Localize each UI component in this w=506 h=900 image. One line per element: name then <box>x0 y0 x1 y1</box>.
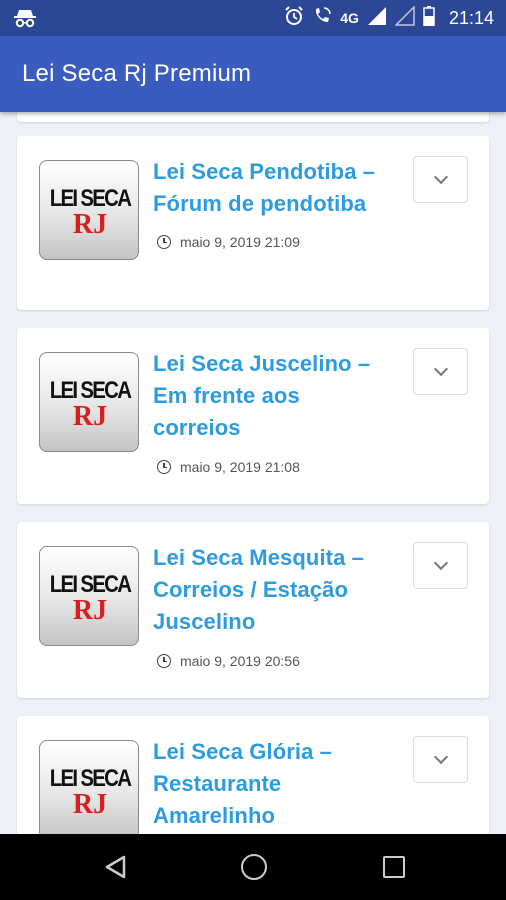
post-title-line: Amarelinho <box>153 803 276 828</box>
post-title-link[interactable]: Lei Seca Glória – Restaurante Amarelinho <box>153 736 405 832</box>
post-title-link[interactable]: Lei Seca Mesquita – Correios / Estação J… <box>153 542 405 638</box>
battery-icon <box>423 5 435 31</box>
expand-button[interactable] <box>413 736 468 783</box>
post-list[interactable]: LEI SECA RJ Lei Seca Pendotiba – Fórum d… <box>0 112 506 834</box>
home-icon[interactable] <box>241 854 267 880</box>
recent-apps-icon[interactable] <box>383 856 405 878</box>
thumbnail-text-rj: RJ <box>72 209 108 240</box>
network-type-label: 4G <box>340 10 359 26</box>
expand-button[interactable] <box>413 156 468 203</box>
clock-time: 21:14 <box>448 7 494 28</box>
post-title-link[interactable]: Lei Seca Pendotiba – Fórum de pendotiba <box>153 156 405 220</box>
previous-card-edge <box>17 112 489 122</box>
app-title: Lei Seca Rj Premium <box>22 60 252 87</box>
chevron-down-icon <box>433 749 448 765</box>
post-date: maio 9, 2019 21:09 <box>180 234 300 250</box>
alarm-icon <box>284 5 304 31</box>
incognito-icon <box>14 8 36 33</box>
post-title-line: Em frente aos <box>153 383 300 408</box>
post-title-line: Fórum de pendotiba <box>153 191 367 216</box>
chevron-down-icon <box>433 555 448 571</box>
wifi-calling-icon <box>312 6 332 31</box>
system-nav-bar <box>0 834 506 900</box>
post-thumbnail[interactable]: LEI SECA RJ <box>39 546 139 646</box>
app-bar: Lei Seca Rj Premium <box>0 36 506 112</box>
chevron-down-icon <box>433 169 448 185</box>
expand-button[interactable] <box>413 348 468 395</box>
clock-icon <box>157 654 171 668</box>
post-title-line: Lei Seca Mesquita – <box>153 545 364 570</box>
post-thumbnail[interactable]: LEI SECA RJ <box>39 352 139 452</box>
thumbnail-text-rj: RJ <box>72 789 108 820</box>
post-title-link[interactable]: Lei Seca Juscelino – Em frente aos corre… <box>153 348 405 444</box>
clock-icon <box>157 235 171 249</box>
post-date: maio 9, 2019 21:08 <box>180 459 300 475</box>
post-thumbnail[interactable]: LEI SECA RJ <box>39 740 139 834</box>
chevron-down-icon <box>433 361 448 377</box>
post-title-line: correios <box>153 415 241 440</box>
thumbnail-text-rj: RJ <box>72 401 108 432</box>
post-meta: maio 9, 2019 21:09 <box>157 234 300 250</box>
post-card[interactable]: LEI SECA RJ Lei Seca Mesquita – Correios… <box>17 522 489 698</box>
signal-icon <box>367 6 387 31</box>
post-title-line: Lei Seca Juscelino – <box>153 351 371 376</box>
post-title-line: Lei Seca Pendotiba – <box>153 159 376 184</box>
post-title-line: Lei Seca Glória – <box>153 739 333 764</box>
back-icon[interactable] <box>104 855 126 884</box>
post-meta: maio 9, 2019 20:56 <box>157 653 300 669</box>
post-title-line: Restaurante <box>153 771 282 796</box>
expand-button[interactable] <box>413 542 468 589</box>
post-title-line: Juscelino <box>153 609 256 634</box>
post-card[interactable]: LEI SECA RJ Lei Seca Pendotiba – Fórum d… <box>17 136 489 310</box>
post-thumbnail[interactable]: LEI SECA RJ <box>39 160 139 260</box>
signal-empty-icon <box>394 4 415 31</box>
thumbnail-text-rj: RJ <box>72 595 108 626</box>
post-card[interactable]: LEI SECA RJ Lei Seca Juscelino – Em fren… <box>17 328 489 504</box>
post-title-line: Correios / Estação <box>153 577 348 602</box>
clock-icon <box>157 460 171 474</box>
post-date: maio 9, 2019 20:56 <box>180 653 300 669</box>
status-bar: 4G 21:14 <box>0 0 506 36</box>
post-meta: maio 9, 2019 21:08 <box>157 459 300 475</box>
post-card[interactable]: LEI SECA RJ Lei Seca Glória – Restaurant… <box>17 716 489 834</box>
